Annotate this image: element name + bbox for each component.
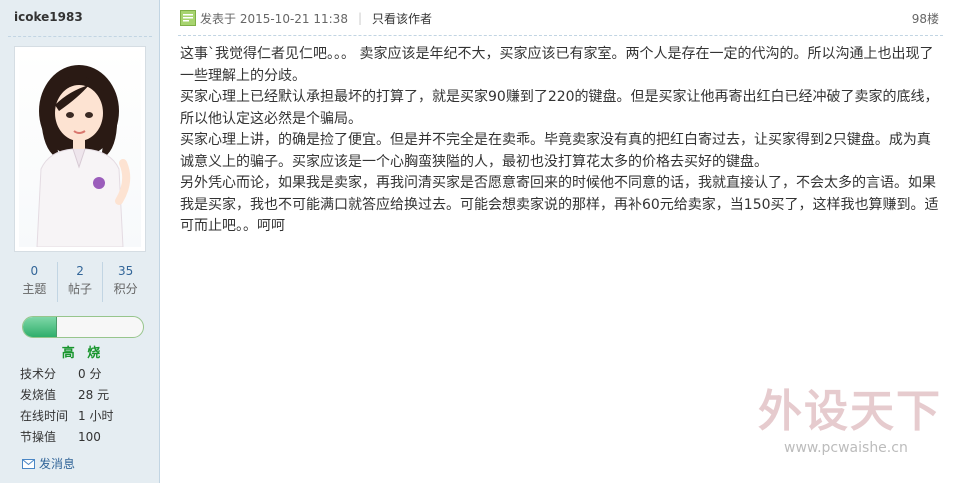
avatar-illustration [36,65,131,247]
stat-label: 帖子 [68,282,93,296]
info-row: 节操值 100 [20,427,150,448]
author-only-link[interactable]: 只看该作者 [372,10,432,27]
user-info: 技术分 0 分 发烧值 28 元 在线时间 1 小时 节操值 100 [20,364,150,448]
floor-number[interactable]: 98楼 [912,10,939,27]
stat-posts[interactable]: 2 帖子 [56,262,103,302]
info-row: 技术分 0 分 [20,364,150,385]
info-value: 0 分 [78,367,102,381]
avatar[interactable] [19,51,141,247]
stat-label: 积分 [113,282,138,296]
stat-threads[interactable]: 0 主题 [12,262,57,302]
info-value: 100 [78,430,101,444]
divider [8,36,152,37]
avatar-frame [14,46,146,252]
site-watermark: 外设天下 www.pcwaishe.cn [758,386,946,468]
send-message-link[interactable]: 发消息 [22,455,75,472]
username[interactable]: icoke1983 [14,10,83,24]
info-row: 发烧值 28 元 [20,385,150,406]
info-value: 28 元 [78,388,110,402]
user-stats: 0 主题 2 帖子 35 积分 [12,262,148,302]
info-row: 在线时间 1 小时 [20,406,150,427]
watermark-url: www.pcwaishe.cn [784,440,908,456]
user-rank: 高 烧 [61,346,105,361]
info-key: 发烧值 [20,388,57,402]
post-timestamp: 发表于 2015-10-21 11:38 [200,11,348,26]
level-progress-bar [22,316,144,338]
post-header: 发表于 2015-10-21 11:38 | 只看该作者 98楼 [180,6,939,30]
divider [178,35,943,36]
stat-label: 主题 [22,282,47,296]
info-key: 节操值 [20,430,57,444]
post-content: 这事`我觉得仁者见仁吧。。。 卖家应该是年纪不大，买家应该已有家室。两个人是存在… [180,44,940,238]
post-paragraph: 买家心理上已经默认承担最坏的打算了，就是买家90赚到了220的键盘。但是买家让他… [180,89,939,127]
envelope-icon [22,458,35,469]
watermark-title: 外设天下 [758,386,942,437]
post-paragraph: 这事`我觉得仁者见仁吧。。。 卖家应该是年纪不大，买家应该已有家室。两个人是存在… [180,46,934,84]
info-value: 1 小时 [78,409,114,423]
online-status-icon [180,10,196,26]
post-paragraph: 买家心理上讲，的确是捡了便宜。但是并不完全是在卖乖。毕竟卖家没有真的把红白寄过去… [180,132,931,170]
info-key: 在线时间 [20,409,69,423]
divider: | [357,11,362,25]
user-sidebar: icoke1983 0 主题 2 帖子 35 积分 高 烧 技术分 0 分 发烧… [0,0,160,483]
info-key: 技术分 [20,367,57,381]
stat-value: 0 [30,264,39,278]
send-message-label: 发消息 [39,457,76,471]
stat-points[interactable]: 35 积分 [102,262,148,302]
post-paragraph: 另外凭心而论，如果我是卖家，再我问清买家是否愿意寄回来的时候他不同意的话，我就直… [180,175,939,234]
level-progress-fill [23,317,57,337]
stat-value: 2 [76,264,84,278]
stat-value: 35 [118,264,134,278]
